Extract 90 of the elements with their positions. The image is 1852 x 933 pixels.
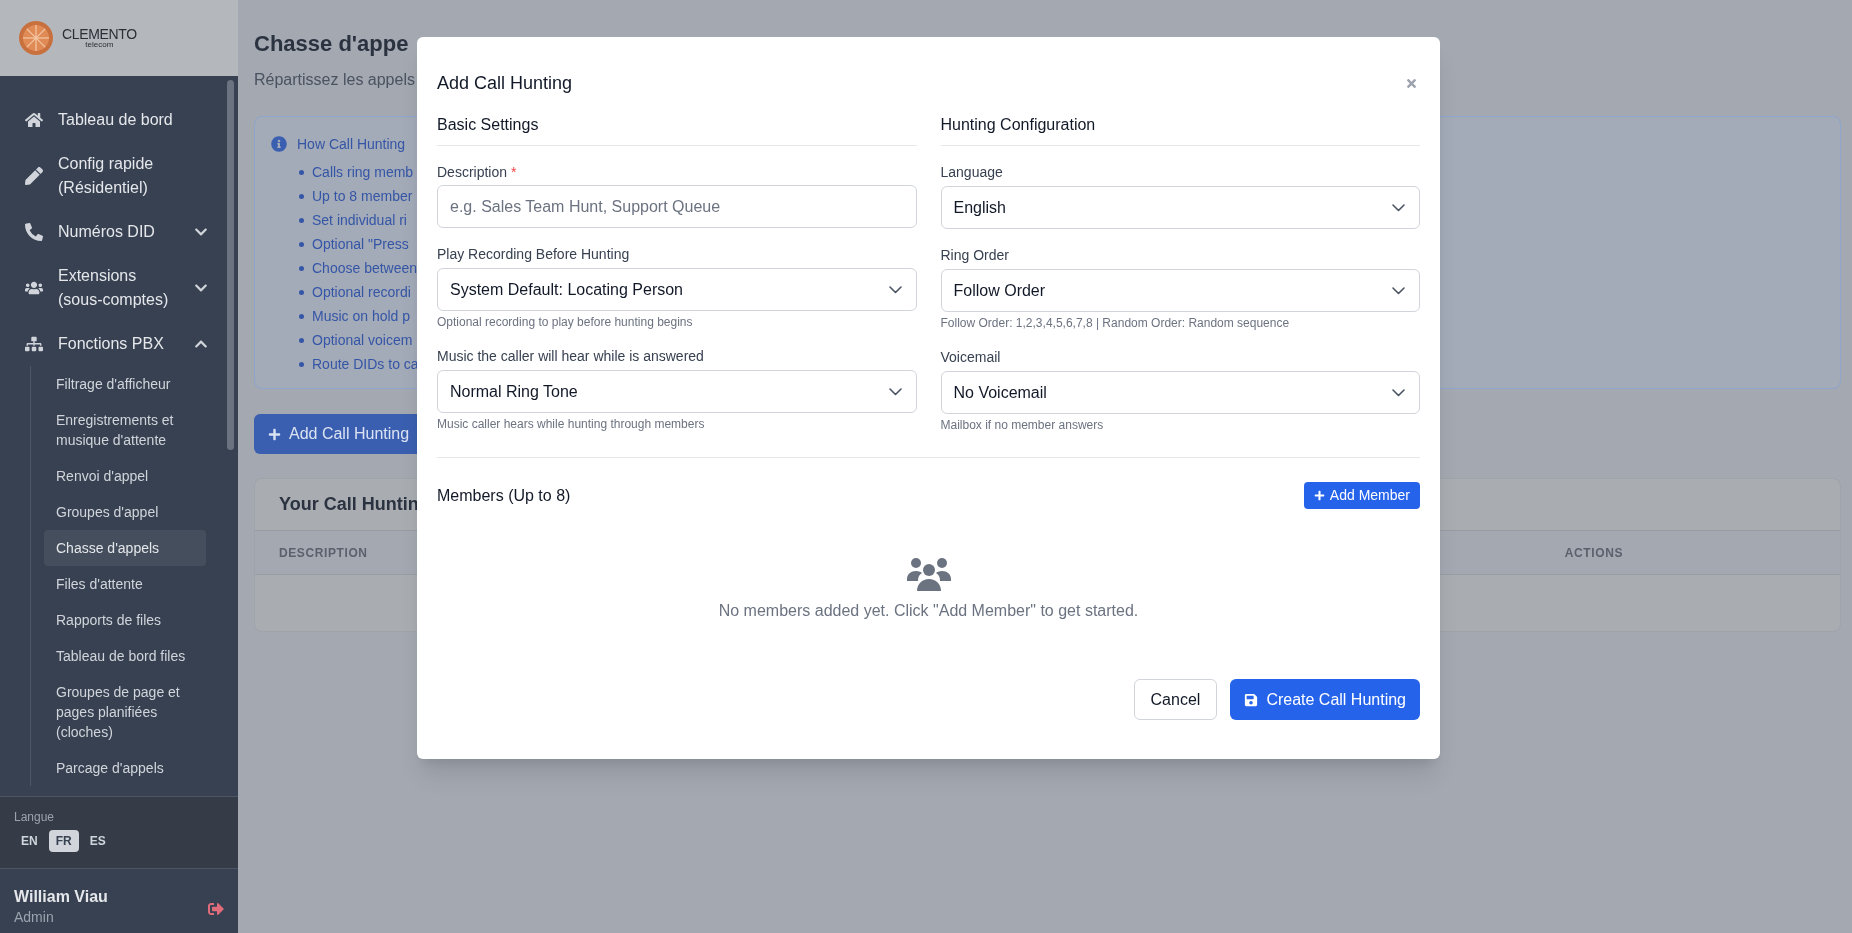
info-title: How Call Hunting	[297, 135, 406, 154]
nav-subitem[interactable]: Rapports de files	[44, 602, 206, 638]
chevron-down-icon	[1392, 388, 1405, 397]
nav-item[interactable]: Numéros DID	[0, 210, 238, 254]
chevron-down-icon	[1392, 286, 1405, 295]
select-field[interactable]: Follow Order	[940, 269, 1420, 312]
page-title: Chasse d'appe	[254, 30, 409, 58]
field-label: Ring Order	[940, 246, 1009, 265]
language-label: Langue	[14, 809, 56, 825]
empty-members-message: No members added yet. Click "Add Member" to get started.	[718, 601, 1139, 621]
modal-title: Add Call Hunting	[437, 71, 573, 95]
page-subtitle: Répartissez les appels	[254, 70, 415, 90]
info-item: Route DIDs to ca	[312, 354, 419, 374]
column-header: DESCRIPTION	[279, 544, 368, 562]
select-field[interactable]: Normal Ring Tone	[437, 370, 917, 413]
logo-icon	[18, 20, 54, 56]
nav-subitem[interactable]: Files d'attente	[44, 566, 206, 602]
select-field[interactable]: No Voicemail	[940, 371, 1420, 414]
nav-item[interactable]: Extensions (sous-comptes)	[0, 254, 238, 322]
bullet-icon	[299, 217, 304, 223]
scrollbar-thumb[interactable]	[227, 80, 234, 450]
nav-item[interactable]: Fonctions PBX	[0, 322, 238, 366]
table-title: Your Call Huntin	[279, 493, 419, 516]
nav-subitem[interactable]: Enregistrements et musique d'attente	[44, 402, 206, 458]
field-label: Voicemail	[940, 348, 1001, 367]
info-item: Set individual ri	[312, 210, 407, 230]
sitemap-icon	[25, 335, 43, 353]
section-heading: Hunting Configuration	[940, 113, 1420, 146]
help-text: Mailbox if no member answers	[940, 417, 1105, 433]
field-label: Play Recording Before Hunting	[437, 245, 630, 264]
nav-subitem[interactable]: Renvoi d'appel	[44, 458, 206, 494]
cancel-button[interactable]: Cancel	[1133, 679, 1218, 720]
column-header: ACTIONS	[1564, 544, 1623, 562]
info-item: Optional voicem	[312, 330, 413, 350]
language-option[interactable]: FR	[48, 830, 79, 852]
create-button[interactable]: Create Call Hunting	[1230, 679, 1420, 720]
phone-icon	[25, 223, 43, 241]
language-option[interactable]: ES	[82, 830, 113, 852]
section-heading: Basic Settings	[437, 113, 917, 146]
plus-icon	[268, 427, 281, 441]
users-icon	[25, 279, 43, 297]
bullet-icon	[299, 289, 304, 295]
people-group-icon	[906, 557, 951, 593]
add-member-button[interactable]: Add Member	[1303, 482, 1420, 509]
help-text: Optional recording to play before hunting begins	[437, 314, 694, 330]
info-item: Choose between	[312, 258, 418, 278]
home-icon	[25, 111, 43, 129]
info-item: Up to 8 member	[312, 186, 413, 206]
info-item: Optional recordi	[312, 282, 411, 302]
select-field[interactable]: System Default: Locating Person	[437, 268, 917, 311]
bullet-icon	[299, 241, 304, 247]
select-field[interactable]: English	[940, 186, 1420, 229]
nav-subitem[interactable]: Groupes de page et pages planifiées (cloches)	[44, 674, 206, 750]
logout-icon[interactable]	[208, 901, 224, 917]
plus-icon	[1313, 490, 1325, 501]
user-role: Admin	[14, 908, 55, 927]
chevron-down-icon	[888, 387, 902, 396]
brand-tagline: telecom	[85, 41, 114, 49]
brand-name: CLEMENTO	[62, 27, 137, 41]
help-text: Follow Order: 1,2,3,4,5,6,7,8 | Random Order: Random sequence	[940, 315, 1291, 331]
nav-subitem[interactable]: Groupes d'appel	[44, 494, 206, 530]
nav-subitem[interactable]: Parcage d'appels	[44, 750, 206, 786]
info-item: Music on hold p	[312, 306, 411, 326]
pencil-icon	[25, 167, 43, 185]
nav-item[interactable]: Tableau de bord	[0, 98, 238, 142]
info-item: Calls ring memb	[312, 162, 414, 182]
user-name: William Viau	[14, 887, 108, 907]
bullet-icon	[299, 313, 304, 319]
chevron-down-icon	[1392, 203, 1405, 212]
info-icon	[271, 136, 287, 152]
bullet-icon	[299, 265, 304, 271]
language-option[interactable]: EN	[14, 830, 45, 852]
field-label: Language	[940, 163, 1003, 182]
members-heading: Members (Up to 8)	[437, 485, 571, 506]
nav-item[interactable]: Config rapide (Résidentiel)	[0, 142, 238, 210]
field-label: Music the caller will hear while is answered	[437, 347, 704, 366]
save-icon	[1244, 692, 1259, 707]
nav-subitem[interactable]: Filtrage d'afficheur	[44, 366, 206, 402]
close-icon[interactable]	[1405, 76, 1418, 90]
bullet-icon	[299, 337, 304, 343]
chevron-down-icon	[888, 285, 902, 294]
info-item: Optional "Press	[312, 234, 409, 254]
field-label: Description	[437, 163, 508, 182]
input-field[interactable]: e.g. Sales Team Hunt, Support Queue	[437, 185, 917, 228]
nav-subitem[interactable]: Chasse d'appels	[44, 530, 206, 566]
bullet-icon	[299, 361, 304, 367]
required-asterisk: *	[511, 163, 517, 182]
bullet-icon	[299, 193, 304, 199]
bullet-icon	[299, 169, 304, 175]
nav-subitem[interactable]: Tableau de bord files	[44, 638, 206, 674]
